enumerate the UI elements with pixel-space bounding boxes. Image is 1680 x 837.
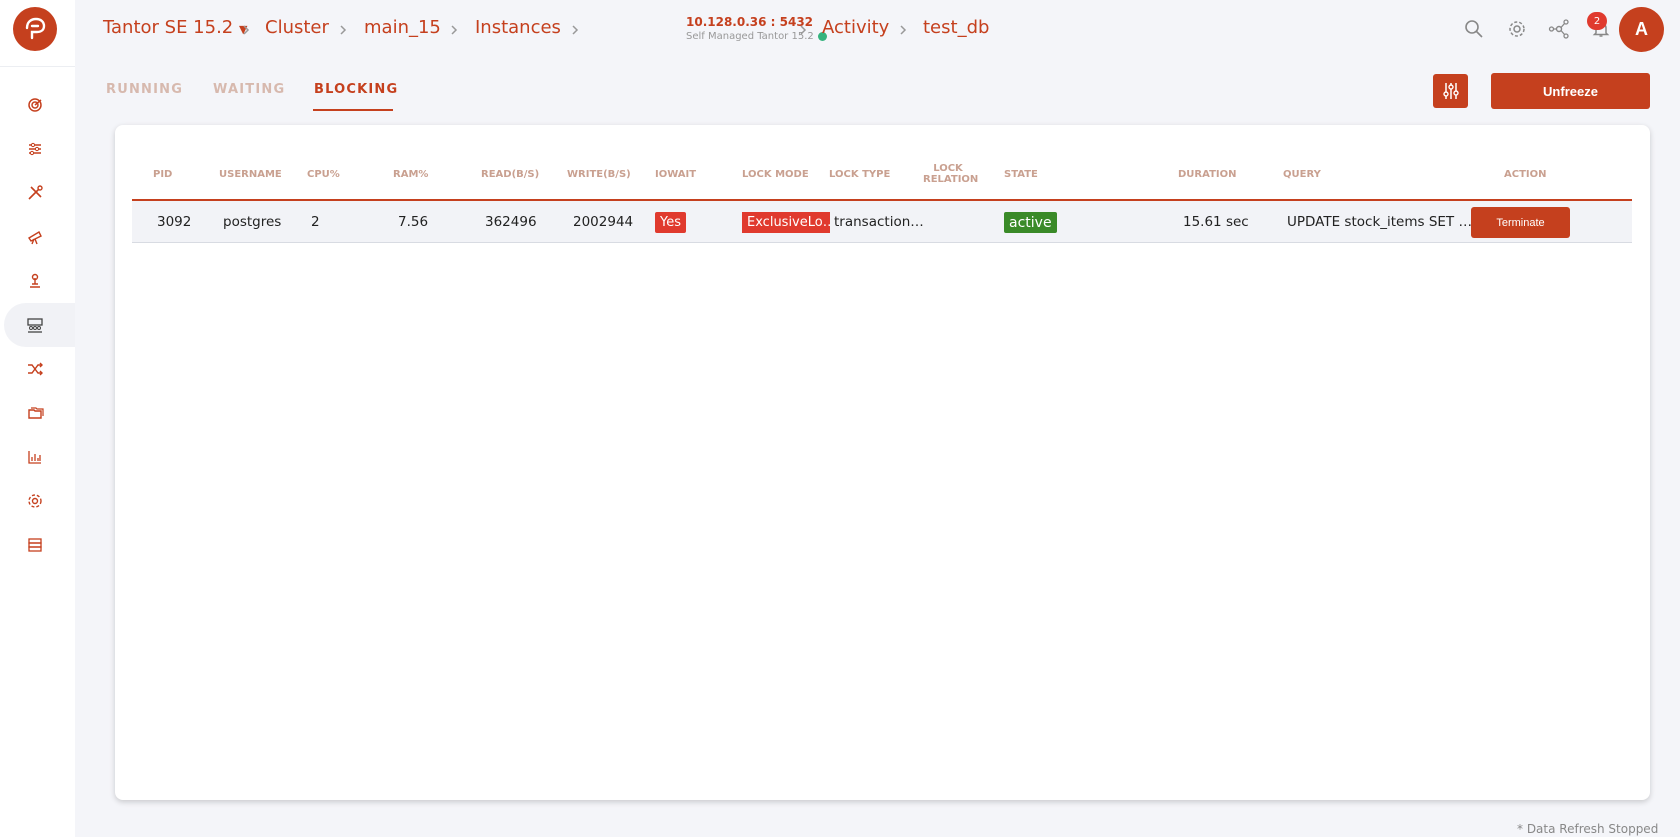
cell-lock-type: transaction…	[834, 214, 924, 230]
server-subtitle-text: Self Managed Tantor 15.2	[686, 31, 814, 42]
column-header-query[interactable]: QUERY	[1283, 169, 1321, 180]
column-header-action: ACTION	[1504, 169, 1547, 180]
nav-tuning[interactable]	[4, 127, 75, 171]
cell-username: postgres	[223, 214, 282, 230]
column-header-read[interactable]: READ(B/S)	[481, 169, 539, 180]
nav-charts[interactable]	[4, 435, 75, 479]
maintenance-icon	[29, 273, 40, 288]
column-header-duration[interactable]: DURATION	[1178, 169, 1237, 180]
dashboard-icon	[27, 98, 42, 112]
tab-blocking[interactable]: BLOCKING	[314, 82, 398, 97]
sliders-icon	[1442, 83, 1459, 99]
cell-read: 362496	[485, 214, 537, 230]
cell-pid: 3092	[157, 214, 192, 230]
notification-badge: 2	[1587, 12, 1607, 30]
nav-activity[interactable]	[4, 303, 75, 347]
settings-icon	[1509, 21, 1525, 37]
chevron-right-icon	[572, 25, 579, 35]
terminate-button[interactable]: Terminate	[1471, 207, 1570, 238]
chevron-right-icon	[800, 25, 807, 35]
nav-tools[interactable]	[4, 171, 75, 215]
databases-icon	[27, 407, 44, 419]
blocking-table-card: PID USERNAME CPU% RAM% READ(B/S) WRITE(B…	[115, 125, 1650, 800]
topology-icon	[1548, 19, 1569, 39]
activity-icon	[26, 318, 43, 333]
replication-icon	[27, 362, 43, 376]
telescope-icon	[27, 231, 42, 245]
chevron-right-icon	[243, 25, 250, 35]
cell-query[interactable]: UPDATE stock_items SET …	[1287, 214, 1472, 230]
app-logo[interactable]	[13, 7, 57, 51]
nav-dashboard[interactable]	[4, 83, 75, 127]
search-button[interactable]	[1462, 17, 1486, 41]
nav-settings[interactable]	[4, 479, 75, 523]
search-icon	[1465, 20, 1483, 38]
breadcrumb-cluster-name[interactable]: main_15	[364, 17, 441, 38]
logo-icon	[25, 17, 46, 40]
topology-button[interactable]	[1547, 17, 1571, 41]
cell-cpu: 2	[311, 214, 320, 230]
cell-duration: 15.61 sec	[1183, 214, 1249, 230]
tuning-icon	[28, 142, 41, 156]
state-badge: active	[1004, 212, 1057, 233]
lock-mode-badge: ExclusiveLo…	[742, 212, 830, 233]
tab-running[interactable]: RUNNING	[106, 82, 183, 97]
nav-databases[interactable]	[4, 391, 75, 435]
chevron-right-icon	[340, 25, 347, 35]
charts-icon	[27, 451, 41, 464]
nav-maintenance[interactable]	[4, 259, 75, 303]
column-header-lock-mode[interactable]: LOCK MODE	[742, 169, 809, 180]
product-label: Tantor SE 15.2	[103, 17, 234, 38]
cell-write: 2002944	[573, 214, 634, 230]
breadcrumb-cluster[interactable]: Cluster	[265, 17, 329, 38]
breadcrumb-instances[interactable]: Instances	[475, 17, 561, 38]
topbar: Tantor SE 15.2 ▼ Cluster main_15 Instanc…	[75, 0, 1680, 60]
breadcrumb-activity[interactable]: Activity	[822, 17, 889, 38]
nav-telescope[interactable]	[4, 215, 75, 259]
column-header-cpu[interactable]: CPU%	[307, 169, 340, 180]
column-header-write[interactable]: WRITE(B/S)	[567, 169, 631, 180]
sidebar	[0, 0, 75, 837]
nav-replication[interactable]	[4, 347, 75, 391]
settings-button[interactable]	[1505, 17, 1529, 41]
storage-icon	[27, 538, 42, 552]
sidebar-divider	[0, 66, 75, 67]
column-header-state[interactable]: STATE	[1004, 169, 1038, 180]
data-refresh-status: * Data Refresh Stopped	[1517, 822, 1659, 836]
breadcrumb-product[interactable]: Tantor SE 15.2 ▼	[103, 17, 247, 38]
breadcrumb-database[interactable]: test_db	[923, 17, 989, 38]
column-filter-button[interactable]	[1433, 74, 1468, 108]
unfreeze-button[interactable]: Unfreeze	[1491, 73, 1650, 109]
cell-ram: 7.56	[398, 214, 429, 230]
chevron-right-icon	[451, 25, 458, 35]
tools-icon	[27, 185, 43, 200]
active-tab-indicator	[313, 109, 393, 111]
chevron-right-icon	[900, 25, 907, 35]
settings-icon	[27, 494, 42, 508]
nav-storage[interactable]	[4, 523, 75, 567]
column-header-iowait[interactable]: IOWAIT	[655, 169, 696, 180]
avatar[interactable]: A	[1619, 7, 1664, 52]
iowait-badge: Yes	[655, 212, 686, 233]
server-address[interactable]: 10.128.0.36 : 5432	[686, 15, 813, 29]
column-header-lock-type[interactable]: LOCK TYPE	[829, 169, 890, 180]
tab-waiting[interactable]: WAITING	[213, 82, 285, 97]
column-header-lock-relation[interactable]: LOCK RELATION	[923, 163, 978, 185]
column-header-pid[interactable]: PID	[153, 169, 172, 180]
column-header-username[interactable]: USERNAME	[219, 169, 282, 180]
column-header-ram[interactable]: RAM%	[393, 169, 428, 180]
